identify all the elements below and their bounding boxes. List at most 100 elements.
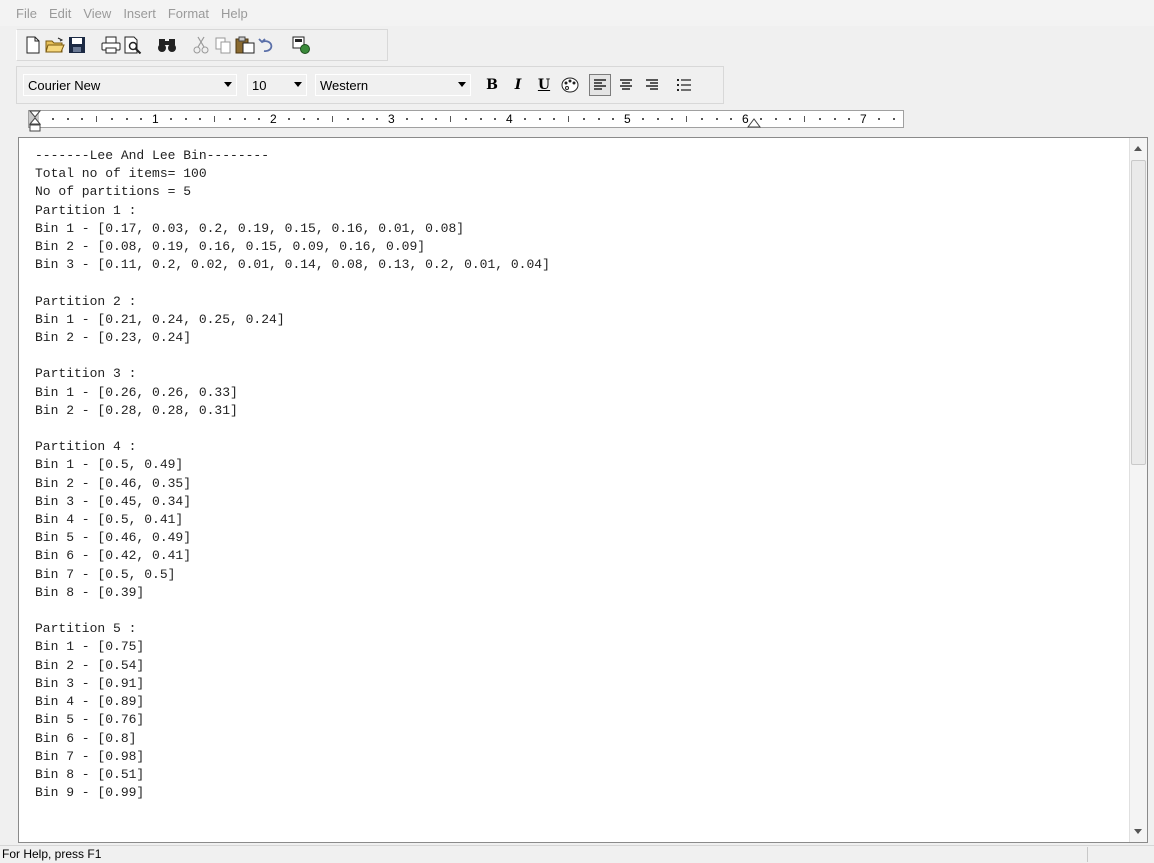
ruler-tick — [258, 118, 261, 120]
text-line: Bin 5 - [0.76] — [35, 712, 145, 728]
save-icon[interactable] — [67, 35, 87, 55]
text-line: Bin 3 - [0.11, 0.2, 0.02, 0.01, 0.14, 0.… — [35, 257, 550, 273]
ruler-tick — [538, 118, 541, 120]
ruler-tick — [317, 118, 320, 120]
ruler-number: 6 — [742, 112, 749, 126]
print-preview-icon[interactable] — [123, 35, 143, 55]
text-line: Bin 2 - [0.23, 0.24] — [35, 330, 192, 346]
scroll-down-icon[interactable] — [1134, 829, 1142, 834]
ruler-tick — [287, 118, 290, 120]
menu-view[interactable]: View — [83, 6, 111, 21]
ruler-tick — [332, 116, 333, 122]
align-right-icon[interactable] — [641, 74, 663, 96]
ruler-tick — [420, 118, 423, 120]
font-size-select[interactable]: 10 — [247, 74, 307, 96]
ruler-tick — [228, 118, 231, 120]
ruler-tick — [125, 118, 128, 120]
color-palette-icon[interactable] — [559, 74, 581, 96]
ruler-tick — [671, 118, 674, 120]
ruler-tick — [730, 118, 733, 120]
ruler-tick — [759, 118, 762, 120]
standard-toolbar — [16, 29, 388, 61]
ruler-tick — [81, 118, 84, 120]
document-text[interactable]: -------Lee And Lee Bin-------- Total no … — [35, 147, 550, 802]
text-line: Partition 1 : — [35, 202, 137, 218]
indent-marker-icon[interactable] — [29, 110, 41, 134]
text-line: No of partitions = 5 — [35, 184, 192, 200]
ruler-tick — [523, 118, 526, 120]
ruler-tick — [66, 118, 69, 120]
ruler-tick — [464, 118, 467, 120]
scrollbar-thumb[interactable] — [1131, 160, 1146, 465]
menu-insert[interactable]: Insert — [123, 6, 156, 21]
font-name-select[interactable]: Courier New — [23, 74, 237, 96]
ruler-tick — [435, 118, 438, 120]
print-icon[interactable] — [101, 35, 121, 55]
ruler-tick — [582, 118, 585, 120]
text-line: Bin 6 - [0.8] — [35, 730, 137, 746]
menu-format[interactable]: Format — [168, 6, 209, 21]
text-line: Bin 1 - [0.21, 0.24, 0.25, 0.24] — [35, 311, 285, 327]
paste-icon[interactable] — [235, 35, 255, 55]
text-line: Bin 2 - [0.28, 0.28, 0.31] — [35, 402, 238, 418]
bold-button[interactable]: B — [481, 74, 503, 96]
ruler-number: 5 — [624, 112, 631, 126]
ruler-tick — [243, 118, 246, 120]
find-icon[interactable] — [157, 35, 177, 55]
ruler-tick — [686, 116, 687, 122]
menu-bar: File Edit View Insert Format Help — [0, 0, 1154, 26]
ruler-tick — [656, 118, 659, 120]
ruler-number: 3 — [388, 112, 395, 126]
ruler-tick — [405, 118, 408, 120]
underline-button[interactable]: U — [533, 74, 555, 96]
copy-icon[interactable] — [213, 35, 233, 55]
ruler-tick — [140, 118, 143, 120]
align-center-icon[interactable] — [615, 74, 637, 96]
align-left-icon[interactable] — [589, 74, 611, 96]
status-bar: For Help, press F1 — [0, 845, 1154, 863]
text-line: Bin 8 - [0.39] — [35, 584, 145, 600]
text-line: Bin 1 - [0.26, 0.26, 0.33] — [35, 384, 238, 400]
ruler-tick — [96, 116, 97, 122]
undo-icon[interactable] — [257, 35, 277, 55]
menu-file[interactable]: File — [16, 6, 37, 21]
italic-button[interactable]: I — [507, 74, 529, 96]
ruler-tick — [833, 118, 836, 120]
menu-edit[interactable]: Edit — [49, 6, 71, 21]
ruler-tick — [848, 118, 851, 120]
ruler-number: 1 — [152, 112, 159, 126]
chevron-down-icon — [458, 82, 466, 87]
ruler-tick — [553, 118, 556, 120]
document-editor[interactable]: -------Lee And Lee Bin-------- Total no … — [18, 137, 1148, 843]
script-select[interactable]: Western — [315, 74, 471, 96]
text-line: Bin 5 - [0.46, 0.49] — [35, 530, 192, 546]
ruler-tick — [715, 118, 718, 120]
insert-object-icon[interactable] — [291, 35, 311, 55]
scroll-up-icon[interactable] — [1134, 146, 1142, 151]
ruler-tick — [184, 118, 187, 120]
text-line: Bin 8 - [0.51] — [35, 766, 145, 782]
text-line: Bin 1 - [0.75] — [35, 639, 145, 655]
text-line: Partition 3 : — [35, 366, 137, 382]
cut-icon[interactable] — [191, 35, 211, 55]
text-line: Bin 3 - [0.91] — [35, 675, 145, 691]
menu-help[interactable]: Help — [221, 6, 248, 21]
ruler-tick — [597, 118, 600, 120]
bullets-icon[interactable] — [673, 74, 695, 96]
ruler-tick — [169, 118, 172, 120]
ruler-tick — [494, 118, 497, 120]
text-line: Bin 4 - [0.5, 0.41] — [35, 512, 184, 528]
ruler-number: 2 — [270, 112, 277, 126]
open-folder-icon[interactable] — [45, 35, 65, 55]
text-line: Bin 4 - [0.89] — [35, 694, 145, 710]
wordpad-window: File Edit View Insert Format Help Courie… — [0, 0, 1154, 863]
chevron-down-icon — [294, 82, 302, 87]
ruler[interactable]: 1 2 3 4 5 6 7 — [28, 110, 904, 132]
ruler-tick — [110, 118, 113, 120]
new-file-icon[interactable] — [23, 35, 43, 55]
text-line: Total no of items= 100 — [35, 166, 207, 182]
ruler-tick — [877, 118, 880, 120]
ruler-tick — [700, 118, 703, 120]
vertical-scrollbar[interactable] — [1129, 138, 1147, 842]
ruler-tick — [818, 118, 821, 120]
